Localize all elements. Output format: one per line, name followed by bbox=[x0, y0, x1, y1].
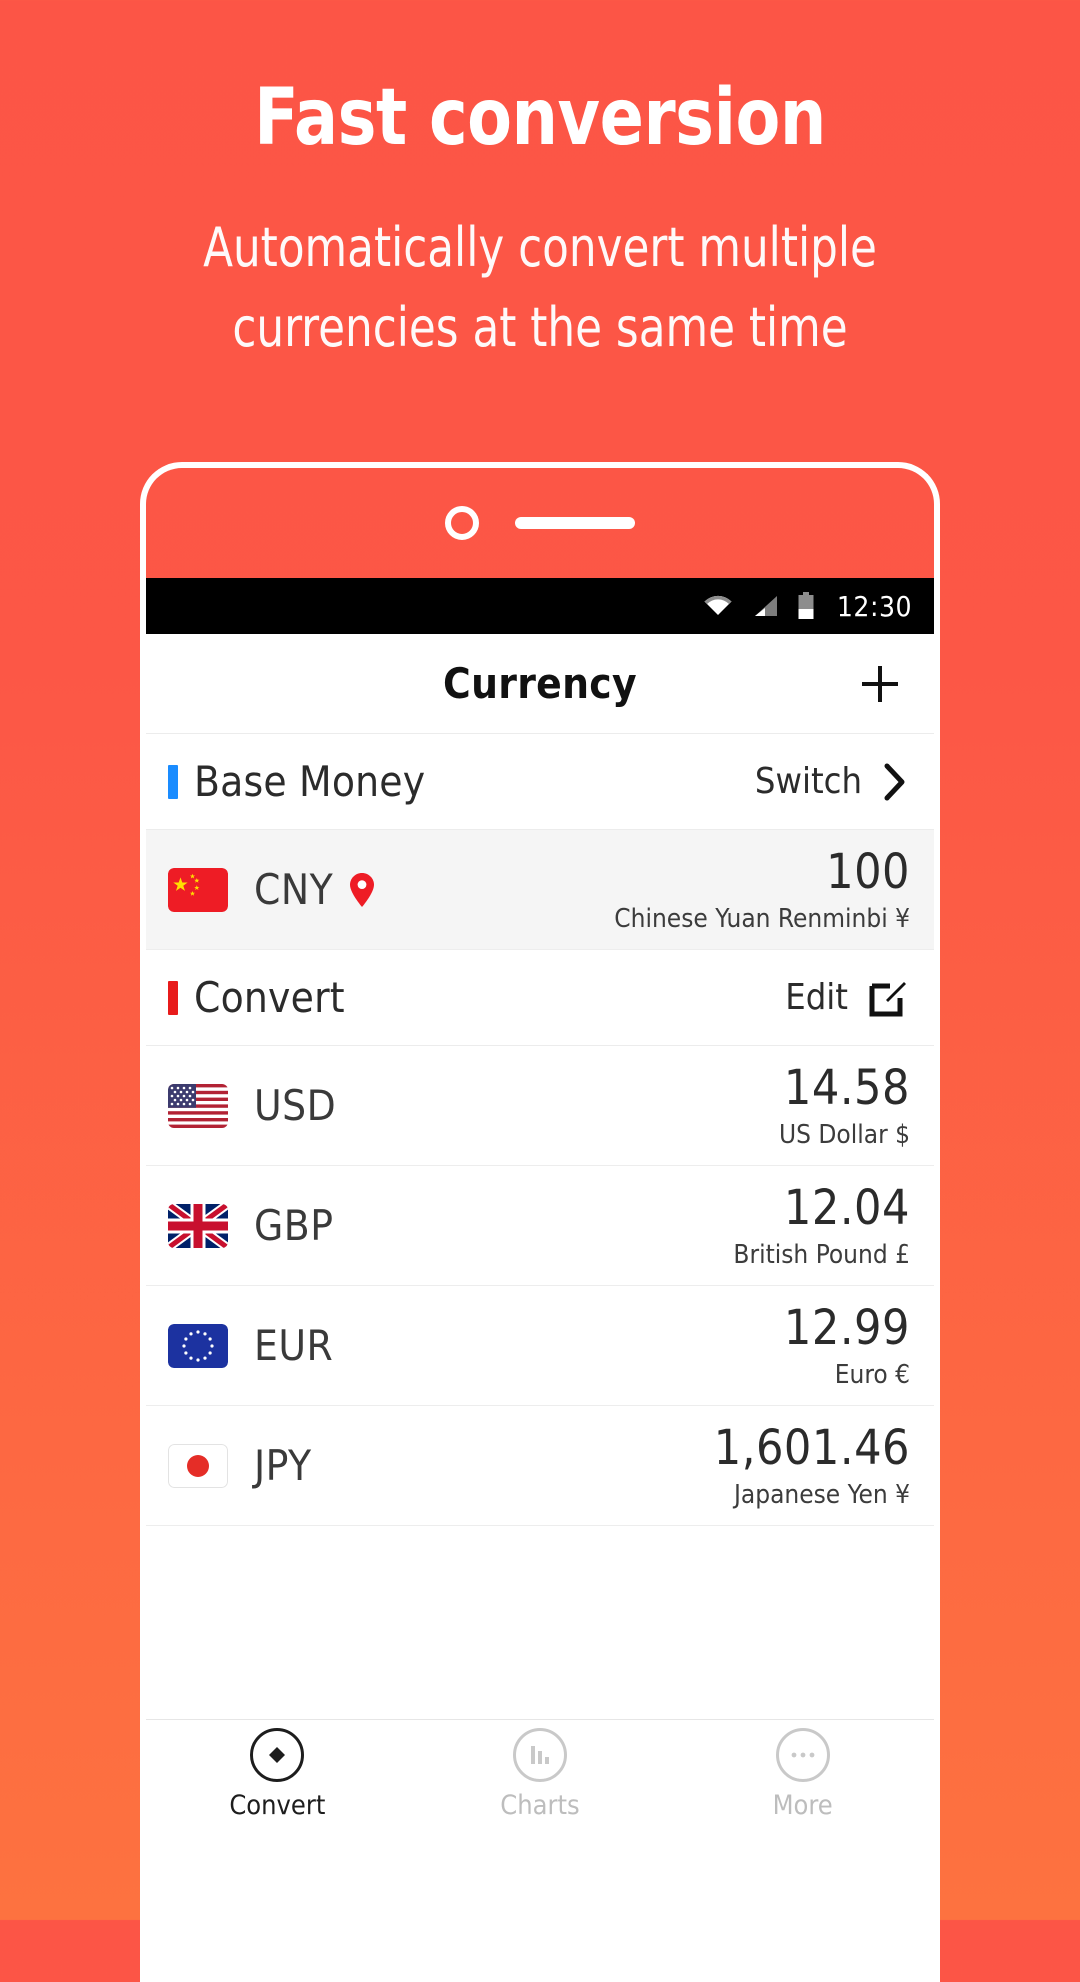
bar-chart-icon bbox=[513, 1728, 567, 1782]
promo-subtitle: Automatically convert multiple currencie… bbox=[54, 208, 1026, 368]
tab-more-label: More bbox=[772, 1790, 833, 1821]
tab-more[interactable]: More bbox=[671, 1720, 934, 1829]
convert-label: Convert bbox=[194, 973, 345, 1022]
base-money-accent-bar bbox=[168, 764, 178, 799]
promo-block: Fast conversion Automatically convert mu… bbox=[0, 0, 1080, 368]
currency-amount: 12.04 bbox=[783, 1179, 910, 1236]
tab-charts-label: Charts bbox=[500, 1790, 580, 1821]
promo-subtitle-line-2: currencies at the same time bbox=[232, 295, 848, 359]
currency-row-gbp[interactable]: GBP 12.04 British Pound £ bbox=[146, 1166, 934, 1286]
base-currency-amount: 100 bbox=[826, 843, 910, 900]
location-pin-icon bbox=[349, 872, 375, 908]
chevron-right-icon bbox=[884, 763, 905, 800]
currency-amount: 1,601.46 bbox=[713, 1419, 910, 1476]
base-currency-values: 100 Chinese Yuan Renminbi ¥ bbox=[614, 843, 910, 934]
ellipsis-icon bbox=[775, 1728, 830, 1782]
flag-uk-icon bbox=[168, 1203, 228, 1248]
flag-china-icon bbox=[168, 867, 228, 912]
base-money-label: Base Money bbox=[194, 757, 426, 806]
tab-convert[interactable]: Convert bbox=[146, 1720, 409, 1829]
promo-title: Fast conversion bbox=[254, 73, 826, 163]
currency-row-usd[interactable]: USD 14.58 US Dollar $ bbox=[146, 1046, 934, 1166]
currency-code: JPY bbox=[254, 1441, 312, 1490]
currency-row-jpy[interactable]: JPY 1,601.46 Japanese Yen ¥ bbox=[146, 1406, 934, 1526]
tab-convert-label: Convert bbox=[229, 1790, 326, 1821]
flag-japan-icon bbox=[168, 1443, 228, 1488]
battery-icon bbox=[797, 592, 815, 620]
status-bar: 12:30 bbox=[146, 578, 934, 634]
convert-accent-bar bbox=[168, 980, 178, 1015]
currency-values: 14.58 US Dollar $ bbox=[779, 1059, 910, 1150]
currency-code: EUR bbox=[254, 1321, 334, 1370]
plus-icon bbox=[862, 665, 898, 702]
app-bar: Currency bbox=[146, 634, 934, 734]
bottom-tab-bar: Convert Charts More bbox=[146, 1719, 934, 1829]
currency-name: Euro € bbox=[834, 1359, 910, 1390]
add-currency-button[interactable] bbox=[852, 656, 908, 712]
currency-amount: 14.58 bbox=[783, 1059, 910, 1116]
currency-values: 1,601.46 Japanese Yen ¥ bbox=[713, 1419, 910, 1510]
front-camera-icon bbox=[445, 506, 479, 540]
status-bar-clock: 12:30 bbox=[836, 589, 912, 623]
edit-square-icon bbox=[869, 981, 906, 1016]
currency-code: GBP bbox=[254, 1201, 334, 1250]
list-empty-space bbox=[146, 1526, 934, 1719]
diamond-icon bbox=[250, 1728, 305, 1782]
tab-charts[interactable]: Charts bbox=[409, 1720, 672, 1829]
currency-amount: 12.99 bbox=[783, 1299, 910, 1356]
base-money-action[interactable]: Switch bbox=[755, 761, 908, 802]
currency-name: British Pound £ bbox=[733, 1239, 910, 1270]
switch-label: Switch bbox=[754, 761, 862, 802]
phone-screen: 12:30 Currency Base Money Switch CNY 100… bbox=[146, 578, 934, 1982]
currency-values: 12.04 British Pound £ bbox=[733, 1179, 910, 1270]
promo-subtitle-line-1: Automatically convert multiple bbox=[203, 215, 877, 279]
wifi-icon bbox=[703, 594, 733, 618]
base-currency-row[interactable]: CNY 100 Chinese Yuan Renminbi ¥ bbox=[146, 830, 934, 950]
section-header-base-money[interactable]: Base Money Switch bbox=[146, 734, 934, 830]
phone-mockup-frame: 12:30 Currency Base Money Switch CNY 100… bbox=[140, 462, 940, 1982]
currency-code: USD bbox=[254, 1081, 337, 1130]
convert-action[interactable]: Edit bbox=[785, 977, 908, 1018]
section-header-convert[interactable]: Convert Edit bbox=[146, 950, 934, 1046]
flag-usa-icon bbox=[168, 1083, 228, 1128]
cell-signal-icon bbox=[751, 594, 779, 618]
base-currency-name: Chinese Yuan Renminbi ¥ bbox=[614, 903, 910, 934]
edit-label: Edit bbox=[785, 977, 848, 1018]
flag-eu-icon bbox=[168, 1323, 228, 1368]
base-currency-code: CNY bbox=[254, 865, 334, 914]
phone-top-bezel bbox=[146, 468, 934, 578]
page-title: Currency bbox=[443, 659, 637, 708]
earpiece-speaker-icon bbox=[515, 517, 635, 529]
currency-values: 12.99 Euro € bbox=[783, 1299, 910, 1390]
currency-name: US Dollar $ bbox=[779, 1119, 910, 1150]
currency-name: Japanese Yen ¥ bbox=[733, 1479, 910, 1510]
currency-row-eur[interactable]: EUR 12.99 Euro € bbox=[146, 1286, 934, 1406]
